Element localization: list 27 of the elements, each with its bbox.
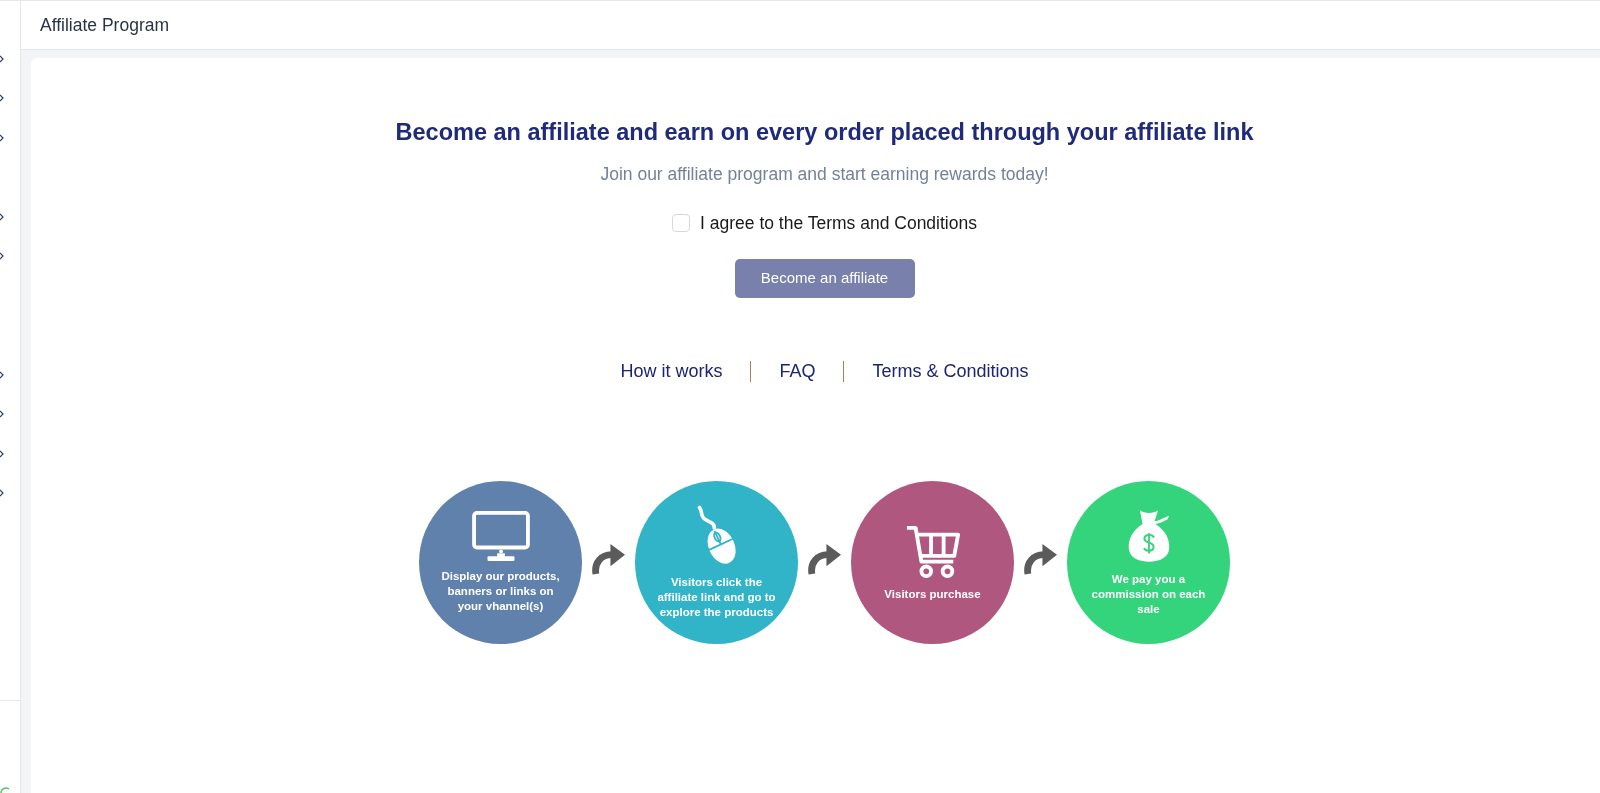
monitor-icon <box>471 511 530 561</box>
info-link[interactable]: How it works <box>620 359 723 383</box>
curved-arrow-icon <box>1024 543 1057 576</box>
chevron-icon[interactable] <box>0 133 4 142</box>
page-title: Affiliate Program <box>40 13 170 37</box>
step-text: Visitors purchase <box>884 587 981 602</box>
chevron-icon[interactable] <box>0 212 4 221</box>
chevron-icon[interactable] <box>0 370 4 379</box>
cart-icon <box>904 523 961 579</box>
info-link[interactable]: Terms & Conditions <box>872 359 1029 383</box>
money-bag-icon <box>1126 508 1171 564</box>
step-text: We pay you a commission on each sale <box>1090 572 1207 617</box>
curved-arrow-icon <box>592 543 625 576</box>
agree-label: I agree to the Terms and Conditions <box>700 212 977 235</box>
chevron-icon[interactable] <box>0 410 4 419</box>
step-text: Display our products, banners or links on your vhannel(s) <box>440 569 561 614</box>
chevron-icon[interactable] <box>0 54 4 63</box>
hero-heading: Become an affiliate and earn on every order placed through your affiliate link <box>395 118 1254 147</box>
chevron-icon[interactable] <box>0 252 4 261</box>
curved-arrow-icon <box>808 543 841 576</box>
info-link[interactable]: FAQ <box>779 359 816 383</box>
hero-subtitle: Join our affiliate program and start earning rewards today! <box>600 163 1049 186</box>
chevron-icon[interactable] <box>0 94 4 103</box>
chevron-icon[interactable] <box>0 489 4 498</box>
chevron-icon[interactable] <box>0 449 4 458</box>
step-text: Visitors click the affiliate link and go to explore the products <box>656 575 777 620</box>
agree-checkbox[interactable] <box>672 214 691 232</box>
